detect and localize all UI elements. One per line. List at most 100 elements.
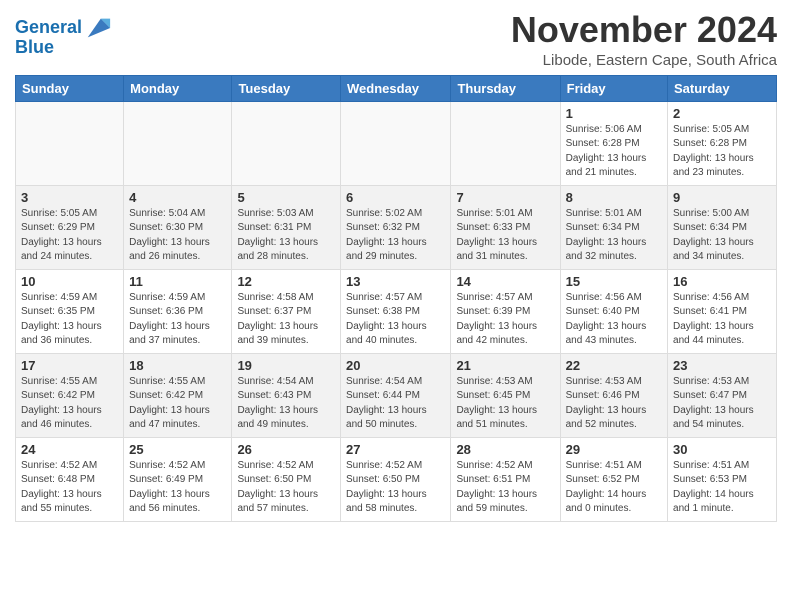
calendar-cell: 2 Sunrise: 5:05 AMSunset: 6:28 PMDaylight…	[668, 101, 777, 185]
calendar: Sunday Monday Tuesday Wednesday Thursday…	[15, 75, 777, 522]
col-thursday: Thursday	[451, 75, 560, 101]
day-info: Sunrise: 5:05 AMSunset: 6:29 PMDaylight:…	[21, 207, 118, 265]
day-info: Sunrise: 4:54 AMSunset: 6:43 PMDaylight:…	[237, 375, 335, 433]
calendar-cell: 30 Sunrise: 4:51 AMSunset: 6:53 PMDayligh…	[668, 437, 777, 521]
calendar-cell: 4 Sunrise: 5:04 AMSunset: 6:30 PMDaylight…	[124, 185, 232, 269]
calendar-week-row: 17 Sunrise: 4:55 AMSunset: 6:42 PMDayligh…	[16, 353, 777, 437]
day-number: 30	[673, 442, 771, 457]
day-number: 20	[346, 358, 445, 373]
calendar-cell: 16 Sunrise: 4:56 AMSunset: 6:41 PMDayligh…	[668, 269, 777, 353]
day-info: Sunrise: 4:55 AMSunset: 6:42 PMDaylight:…	[129, 375, 226, 433]
day-info: Sunrise: 4:57 AMSunset: 6:39 PMDaylight:…	[456, 291, 554, 349]
day-info: Sunrise: 5:06 AMSunset: 6:28 PMDaylight:…	[566, 123, 662, 181]
calendar-cell	[124, 101, 232, 185]
day-info: Sunrise: 4:57 AMSunset: 6:38 PMDaylight:…	[346, 291, 445, 349]
calendar-cell: 17Sunrise: 4:55 AMSunset: 6:42 PMDayligh…	[16, 353, 124, 437]
day-info: Sunrise: 4:52 AMSunset: 6:49 PMDaylight:…	[129, 459, 226, 517]
calendar-cell: 5 Sunrise: 5:03 AMSunset: 6:31 PMDaylight…	[232, 185, 341, 269]
calendar-cell: 13 Sunrise: 4:57 AMSunset: 6:38 PMDayligh…	[341, 269, 451, 353]
calendar-cell: 1 Sunrise: 5:06 AMSunset: 6:28 PMDaylight…	[560, 101, 667, 185]
calendar-cell: 22 Sunrise: 4:53 AMSunset: 6:46 PMDayligh…	[560, 353, 667, 437]
subtitle: Libode, Eastern Cape, South Africa	[511, 52, 777, 69]
day-number: 15	[566, 274, 662, 289]
col-saturday: Saturday	[668, 75, 777, 101]
page: General Blue November 2024 Libode, Easte…	[0, 0, 792, 537]
calendar-cell: 28Sunrise: 4:52 AMSunset: 6:51 PMDayligh…	[451, 437, 560, 521]
calendar-cell: 29Sunrise: 4:51 AMSunset: 6:52 PMDayligh…	[560, 437, 667, 521]
day-number: 14	[456, 274, 554, 289]
day-number: 10	[21, 274, 118, 289]
day-info: Sunrise: 4:51 AMSunset: 6:53 PMDaylight:…	[673, 459, 771, 517]
day-number: 4	[129, 190, 226, 205]
day-number: 18	[129, 358, 226, 373]
day-number: 5	[237, 190, 335, 205]
calendar-cell	[232, 101, 341, 185]
day-info: Sunrise: 4:53 AMSunset: 6:45 PMDaylight:…	[456, 375, 554, 433]
day-number: 11	[129, 274, 226, 289]
day-number: 3	[21, 190, 118, 205]
day-info: Sunrise: 4:53 AMSunset: 6:46 PMDaylight:…	[566, 375, 662, 433]
day-number: 23	[673, 358, 771, 373]
calendar-cell	[16, 101, 124, 185]
day-number: 24	[21, 442, 118, 457]
calendar-week-row: 1 Sunrise: 5:06 AMSunset: 6:28 PMDaylight…	[16, 101, 777, 185]
day-number: 25	[129, 442, 226, 457]
calendar-cell	[451, 101, 560, 185]
day-info: Sunrise: 4:52 AMSunset: 6:51 PMDaylight:…	[456, 459, 554, 517]
day-info: Sunrise: 4:59 AMSunset: 6:36 PMDaylight:…	[129, 291, 226, 349]
calendar-cell: 9Sunrise: 5:00 AMSunset: 6:34 PMDaylight…	[668, 185, 777, 269]
day-info: Sunrise: 5:03 AMSunset: 6:31 PMDaylight:…	[237, 207, 335, 265]
day-number: 22	[566, 358, 662, 373]
logo-text: General	[15, 18, 82, 38]
calendar-cell: 10 Sunrise: 4:59 AMSunset: 6:35 PMDayligh…	[16, 269, 124, 353]
day-number: 12	[237, 274, 335, 289]
calendar-cell: 7 Sunrise: 5:01 AMSunset: 6:33 PMDaylight…	[451, 185, 560, 269]
calendar-cell: 15Sunrise: 4:56 AMSunset: 6:40 PMDayligh…	[560, 269, 667, 353]
calendar-cell: 21Sunrise: 4:53 AMSunset: 6:45 PMDayligh…	[451, 353, 560, 437]
day-number: 7	[456, 190, 554, 205]
calendar-cell: 6 Sunrise: 5:02 AMSunset: 6:32 PMDaylight…	[341, 185, 451, 269]
day-number: 29	[566, 442, 662, 457]
day-info: Sunrise: 4:52 AMSunset: 6:48 PMDaylight:…	[21, 459, 118, 517]
calendar-cell: 3 Sunrise: 5:05 AMSunset: 6:29 PMDaylight…	[16, 185, 124, 269]
calendar-week-row: 24 Sunrise: 4:52 AMSunset: 6:48 PMDayligh…	[16, 437, 777, 521]
day-info: Sunrise: 4:54 AMSunset: 6:44 PMDaylight:…	[346, 375, 445, 433]
title-block: November 2024 Libode, Eastern Cape, Sout…	[511, 10, 777, 69]
calendar-cell: 27Sunrise: 4:52 AMSunset: 6:50 PMDayligh…	[341, 437, 451, 521]
header: General Blue November 2024 Libode, Easte…	[15, 10, 777, 69]
day-number: 6	[346, 190, 445, 205]
day-number: 16	[673, 274, 771, 289]
calendar-cell	[341, 101, 451, 185]
day-info: Sunrise: 4:52 AMSunset: 6:50 PMDaylight:…	[237, 459, 335, 517]
day-info: Sunrise: 4:59 AMSunset: 6:35 PMDaylight:…	[21, 291, 118, 349]
calendar-week-row: 10 Sunrise: 4:59 AMSunset: 6:35 PMDayligh…	[16, 269, 777, 353]
day-info: Sunrise: 5:05 AMSunset: 6:28 PMDaylight:…	[673, 123, 771, 181]
calendar-cell: 23 Sunrise: 4:53 AMSunset: 6:47 PMDayligh…	[668, 353, 777, 437]
calendar-cell: 25 Sunrise: 4:52 AMSunset: 6:49 PMDayligh…	[124, 437, 232, 521]
day-number: 2	[673, 106, 771, 121]
day-number: 26	[237, 442, 335, 457]
day-info: Sunrise: 5:01 AMSunset: 6:34 PMDaylight:…	[566, 207, 662, 265]
day-number: 8	[566, 190, 662, 205]
day-info: Sunrise: 5:01 AMSunset: 6:33 PMDaylight:…	[456, 207, 554, 265]
calendar-cell: 20 Sunrise: 4:54 AMSunset: 6:44 PMDayligh…	[341, 353, 451, 437]
col-sunday: Sunday	[16, 75, 124, 101]
calendar-cell: 26 Sunrise: 4:52 AMSunset: 6:50 PMDayligh…	[232, 437, 341, 521]
day-number: 17	[21, 358, 118, 373]
calendar-cell: 11 Sunrise: 4:59 AMSunset: 6:36 PMDayligh…	[124, 269, 232, 353]
day-number: 27	[346, 442, 445, 457]
day-info: Sunrise: 5:04 AMSunset: 6:30 PMDaylight:…	[129, 207, 226, 265]
day-info: Sunrise: 4:53 AMSunset: 6:47 PMDaylight:…	[673, 375, 771, 433]
main-title: November 2024	[511, 10, 777, 50]
calendar-cell: 18 Sunrise: 4:55 AMSunset: 6:42 PMDayligh…	[124, 353, 232, 437]
day-info: Sunrise: 4:56 AMSunset: 6:41 PMDaylight:…	[673, 291, 771, 349]
calendar-header-row: Sunday Monday Tuesday Wednesday Thursday…	[16, 75, 777, 101]
calendar-week-row: 3 Sunrise: 5:05 AMSunset: 6:29 PMDaylight…	[16, 185, 777, 269]
day-info: Sunrise: 5:02 AMSunset: 6:32 PMDaylight:…	[346, 207, 445, 265]
day-number: 1	[566, 106, 662, 121]
col-tuesday: Tuesday	[232, 75, 341, 101]
logo: General Blue	[15, 14, 112, 58]
col-wednesday: Wednesday	[341, 75, 451, 101]
day-number: 13	[346, 274, 445, 289]
day-info: Sunrise: 4:58 AMSunset: 6:37 PMDaylight:…	[237, 291, 335, 349]
